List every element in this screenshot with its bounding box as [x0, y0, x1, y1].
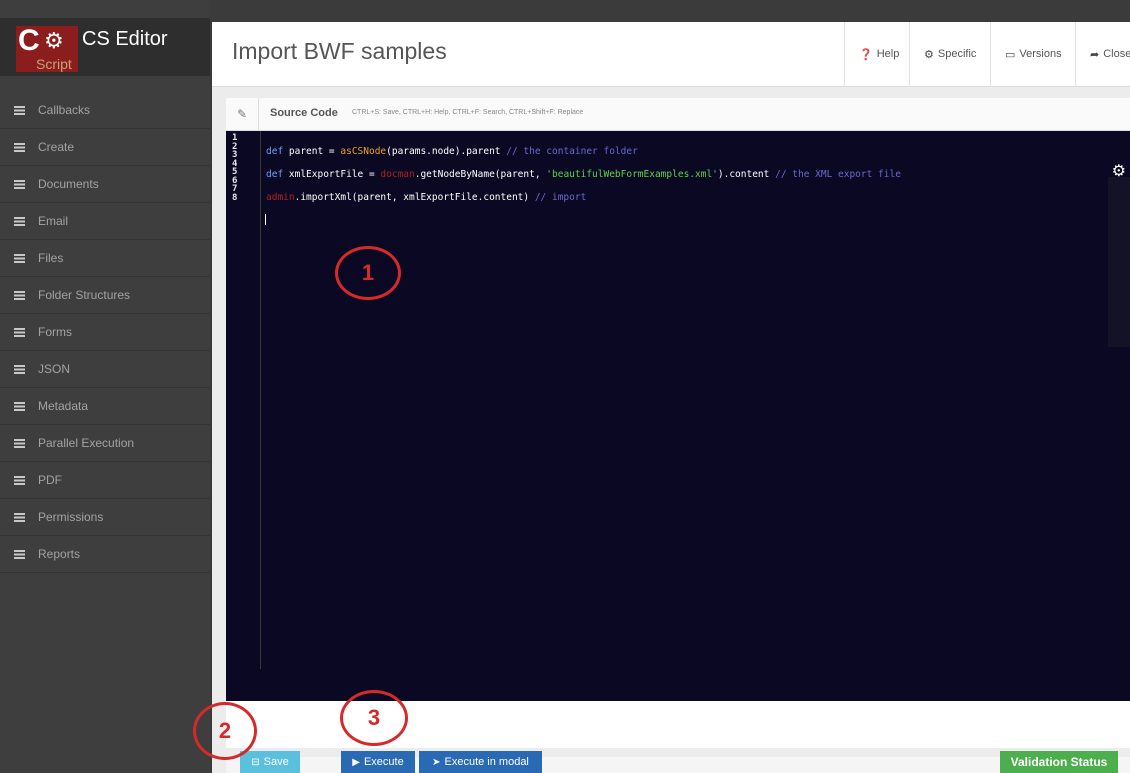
sidebar-item-label: Folder Structures — [38, 288, 131, 302]
sidebar-item-label: Parallel Execution — [38, 436, 135, 450]
list-icon — [14, 549, 25, 559]
sidebar-item-json[interactable]: JSON — [0, 351, 210, 388]
sidebar-item-label: Files — [38, 251, 64, 265]
sidebar-item-label: Permissions — [38, 510, 104, 524]
execute-in-modal-button[interactable]: ➤ Execute in modal — [419, 751, 542, 773]
sidebar-item-label: Forms — [38, 325, 72, 339]
app-title: CS Editor — [82, 28, 168, 50]
list-icon — [14, 327, 25, 337]
help-button[interactable]: ❓ Help — [844, 22, 909, 86]
list-icon — [14, 512, 25, 522]
sidebar-item-label: PDF — [38, 473, 62, 487]
code-line: def xmlExportFile = docman.getNodeByName… — [266, 169, 901, 180]
sidebar-item-parallel-execution[interactable]: Parallel Execution — [0, 425, 210, 462]
annotation-circle-3: 3 — [340, 690, 408, 746]
sidebar-item-callbacks[interactable]: Callbacks — [0, 92, 210, 129]
sidebar-item-metadata[interactable]: Metadata — [0, 388, 210, 425]
list-icon — [14, 475, 25, 485]
sidebar-item-label: JSON — [38, 362, 71, 376]
source-code-panel: ✎ Source Code CTRL+S: Save, CTRL+H: Help… — [226, 98, 1130, 748]
list-icon — [14, 105, 25, 115]
sidebar-item-files[interactable]: Files — [0, 240, 210, 277]
sidebar: C ⚙ Script CS Editor Callbacks Create Do… — [0, 0, 210, 773]
list-icon — [14, 401, 25, 411]
line-number-gutter: 1 2 3 4 5 6 7 8 — [226, 131, 261, 669]
list-icon — [14, 142, 25, 152]
line-numbers: 1 2 3 4 5 6 7 8 — [232, 134, 237, 202]
inbox-icon: ▭ — [1005, 48, 1016, 61]
settings-gear-icon[interactable]: ⚙ — [1112, 161, 1126, 181]
sidebar-item-label: Metadata — [38, 399, 89, 413]
versions-button[interactable]: ▭ Versions — [990, 22, 1075, 86]
source-code-title: Source Code — [270, 107, 338, 119]
sidebar-item-reports[interactable]: Reports — [0, 536, 210, 573]
sidebar-item-label: Callbacks — [38, 103, 91, 117]
logo-badge: C ⚙ Script — [16, 24, 78, 72]
sidebar-item-label: Documents — [38, 177, 99, 191]
sidebar-item-documents[interactable]: Documents — [0, 166, 210, 203]
sidebar-item-forms[interactable]: Forms — [0, 314, 210, 351]
save-icon: ⊟ — [251, 756, 260, 768]
annotation-circle-2: 2 — [193, 702, 257, 760]
page-title: Import BWF samples — [232, 38, 447, 64]
save-button[interactable]: ⊟ Save — [240, 751, 300, 773]
specific-button[interactable]: ⚙ Specific — [909, 22, 990, 86]
sidebar-item-folder-structures[interactable]: Folder Structures — [0, 277, 210, 314]
sidebar-item-pdf[interactable]: PDF — [0, 462, 210, 499]
save-label: Save — [263, 756, 289, 768]
app-logo[interactable]: C ⚙ Script CS Editor — [0, 18, 210, 76]
list-icon — [14, 364, 25, 374]
list-icon — [14, 216, 25, 226]
versions-label: Versions — [1019, 48, 1062, 60]
question-circle-icon: ❓ — [859, 48, 873, 61]
sidebar-menu: Callbacks Create Documents Email Files F… — [0, 92, 210, 573]
code-line: admin.importXml(parent, xmlExportFile.co… — [266, 192, 587, 203]
execute-modal-label: Execute in modal — [444, 756, 529, 768]
source-code-header: ✎ Source Code CTRL+S: Save, CTRL+H: Help… — [226, 98, 1130, 131]
annotation-circle-1: 1 — [335, 246, 401, 300]
pencil-icon: ✎ — [226, 98, 259, 130]
list-icon — [14, 179, 25, 189]
page-header: Import BWF samples ❓ Help ⚙ Specific ▭ Vers… — [212, 22, 1130, 87]
text-cursor — [265, 214, 266, 225]
sidebar-item-label: Email — [38, 214, 69, 228]
sidebar-item-label: Create — [38, 140, 75, 154]
editor-side-panel — [1108, 177, 1130, 347]
sidebar-item-email[interactable]: Email — [0, 203, 210, 240]
keyboard-shortcuts-hint: CTRL+S: Save, CTRL+H: Help, CTRL+F: Sear… — [352, 109, 584, 116]
share-arrow-icon: ➦ — [1090, 48, 1100, 61]
validation-status-badge[interactable]: Validation Status — [1000, 751, 1118, 773]
play-icon: ▶ — [352, 756, 360, 768]
logo-subtext: Script — [36, 56, 72, 72]
code-editor[interactable]: 1 2 3 4 5 6 7 8 def parent = asCSNode(pa… — [226, 131, 1130, 701]
logo-letter: C — [18, 24, 40, 57]
close-button[interactable]: ➦ Close — [1075, 22, 1130, 86]
send-icon: ➤ — [432, 756, 441, 768]
sidebar-item-permissions[interactable]: Permissions — [0, 499, 210, 536]
list-icon — [14, 290, 25, 300]
list-icon — [14, 253, 25, 263]
help-label: Help — [876, 48, 900, 60]
execute-button[interactable]: ▶ Execute — [341, 751, 415, 773]
close-label: Close — [1103, 48, 1130, 60]
main-panel: Import BWF samples ❓ Help ⚙ Specific ▭ Vers… — [212, 22, 1130, 773]
execute-label: Execute — [363, 756, 404, 768]
list-icon — [14, 438, 25, 448]
specific-label: Specific — [937, 48, 977, 60]
code-line: def parent = asCSNode(params.node).paren… — [266, 146, 638, 157]
sidebar-item-create[interactable]: Create — [0, 129, 210, 166]
gears-icon: ⚙ — [44, 28, 64, 53]
sidebar-item-label: Reports — [38, 547, 81, 561]
line-number: 8 — [232, 192, 238, 203]
gear-icon: ⚙ — [924, 48, 934, 61]
